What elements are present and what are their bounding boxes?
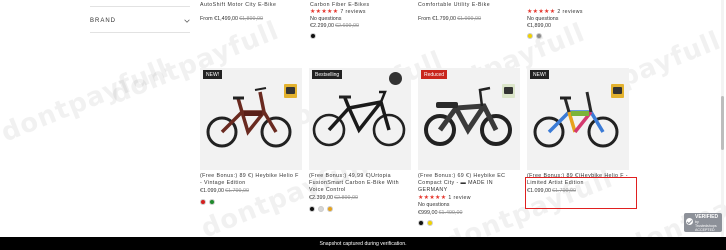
- no-questions-text: No questions: [418, 202, 450, 208]
- product-name[interactable]: Carbon Fiber E-Bikes: [310, 0, 410, 9]
- ebike-image: [424, 86, 512, 146]
- product-price: €2.299,00€2.699,00: [310, 23, 359, 29]
- color-swatch-orange[interactable]: [327, 206, 333, 212]
- product-name[interactable]: 28 Pro E-Bike All-Rounder Urban: [527, 0, 627, 9]
- rating-stars: ★★★★★ 7 reviews: [310, 9, 366, 15]
- snapshot-footer: Snapshot captured during verification.: [0, 237, 726, 250]
- color-swatch-yellow[interactable]: [527, 33, 533, 39]
- product-image[interactable]: NEW!: [200, 68, 302, 170]
- brand-filter-toggle[interactable]: BRAND: [90, 10, 190, 32]
- product-price: €1,899,00: [527, 23, 551, 29]
- chevron-down-icon: [184, 19, 190, 23]
- color-swatches: [418, 220, 520, 229]
- brand-filter-label: BRAND: [90, 18, 117, 24]
- product-name[interactable]: 30 Pro | Ultra: The First Integrated Aut…: [200, 0, 300, 16]
- product-card[interactable]: NEW! (Free Bonus:) 89 €) Heybike Helio F…: [200, 68, 302, 208]
- color-swatch-black[interactable]: [418, 220, 424, 226]
- footer-text: Snapshot captured during verification.: [319, 240, 407, 247]
- product-card[interactable]: Bestselling (Free Bonus:) 49,99 €)Urtopi…: [309, 68, 411, 215]
- product-price: €1.099,00€1.799,00: [200, 188, 249, 194]
- no-questions-text: No questions: [310, 16, 342, 22]
- product-price: From €1.799,00€1.999,00: [418, 16, 482, 22]
- color-swatches: [310, 33, 410, 42]
- color-swatch-black[interactable]: [309, 206, 315, 212]
- product-card[interactable]: Carbon Fiber E-Bikes ★★★★★ 7 reviews No q…: [310, 0, 410, 42]
- color-swatch-white[interactable]: [318, 206, 324, 212]
- color-swatch-yellow[interactable]: [427, 220, 433, 226]
- product-card[interactable]: 28 Pro E-Bike All-Rounder Urban ★★★★★2 r…: [527, 0, 627, 42]
- ebike-image: [312, 90, 406, 147]
- product-price: €2.399,00€2.899,00: [309, 195, 358, 201]
- product-card[interactable]: One Pro | Ultra - Versatile And Comforta…: [418, 0, 518, 23]
- review-count[interactable]: 7 reviews: [340, 9, 366, 15]
- product-image[interactable]: Bestselling: [309, 68, 411, 170]
- color-swatch-grey[interactable]: [536, 33, 542, 39]
- divider: [90, 6, 190, 7]
- no-questions-text: No questions: [527, 16, 559, 22]
- color-swatch-black[interactable]: [310, 33, 316, 39]
- color-swatch-green[interactable]: [209, 199, 215, 205]
- verified-line: by Trustedshops: [695, 220, 717, 228]
- color-swatches: [527, 33, 627, 42]
- product-name[interactable]: (Free Bonus:) 89 €) Heybike Helio F - Vi…: [200, 173, 302, 187]
- divider: [90, 32, 190, 33]
- color-swatches: [309, 206, 411, 215]
- ebike-image: [206, 87, 292, 148]
- checkmark-icon: [686, 218, 693, 225]
- product-name[interactable]: (Free Bonus:) 69 €) Heybike EC Compact C…: [418, 173, 520, 194]
- scrollbar-thumb[interactable]: [721, 96, 724, 150]
- product-price: €999,00€1.499,00: [418, 210, 463, 216]
- verified-badge[interactable]: VERIFIED by Trustedshops ACCEPTED: [684, 213, 722, 232]
- watermark: dontpayfull: [0, 53, 174, 149]
- product-image[interactable]: Reduced: [418, 68, 520, 170]
- filter-sidebar: BRAND: [90, 0, 190, 33]
- review-count[interactable]: 2 reviews: [557, 9, 583, 15]
- rating-stars: ★★★★★ 1 review: [418, 195, 471, 201]
- product-card[interactable]: 30 Pro | Ultra: The First Integrated Aut…: [200, 0, 300, 23]
- product-price: From €1,499,00€1,899,00: [200, 16, 264, 22]
- review-count[interactable]: 1 review: [448, 195, 471, 201]
- product-name[interactable]: One Pro | Ultra - Versatile And Comforta…: [418, 0, 518, 16]
- highlight-box: [525, 177, 637, 209]
- ebike-image: [533, 91, 619, 148]
- rating-stars: ★★★★★ 2 reviews: [527, 9, 583, 15]
- scrollbar-track[interactable]: [721, 0, 724, 250]
- color-swatch-red[interactable]: [200, 199, 206, 205]
- product-card[interactable]: NEW! (Free Bonus:) 89 €)Heybike Helio F …: [527, 68, 629, 195]
- product-image[interactable]: NEW!: [527, 68, 629, 170]
- product-row-top: 30 Pro | Ultra: The First Integrated Aut…: [200, 0, 640, 45]
- product-card[interactable]: Reduced (Free Bonus:) 69 €) Heybike EC C…: [418, 68, 520, 229]
- verified-line: ACCEPTED: [695, 228, 715, 232]
- product-name[interactable]: (Free Bonus:) 49,99 €)Urtopia FusionSmar…: [309, 173, 411, 194]
- color-swatches: [200, 199, 302, 208]
